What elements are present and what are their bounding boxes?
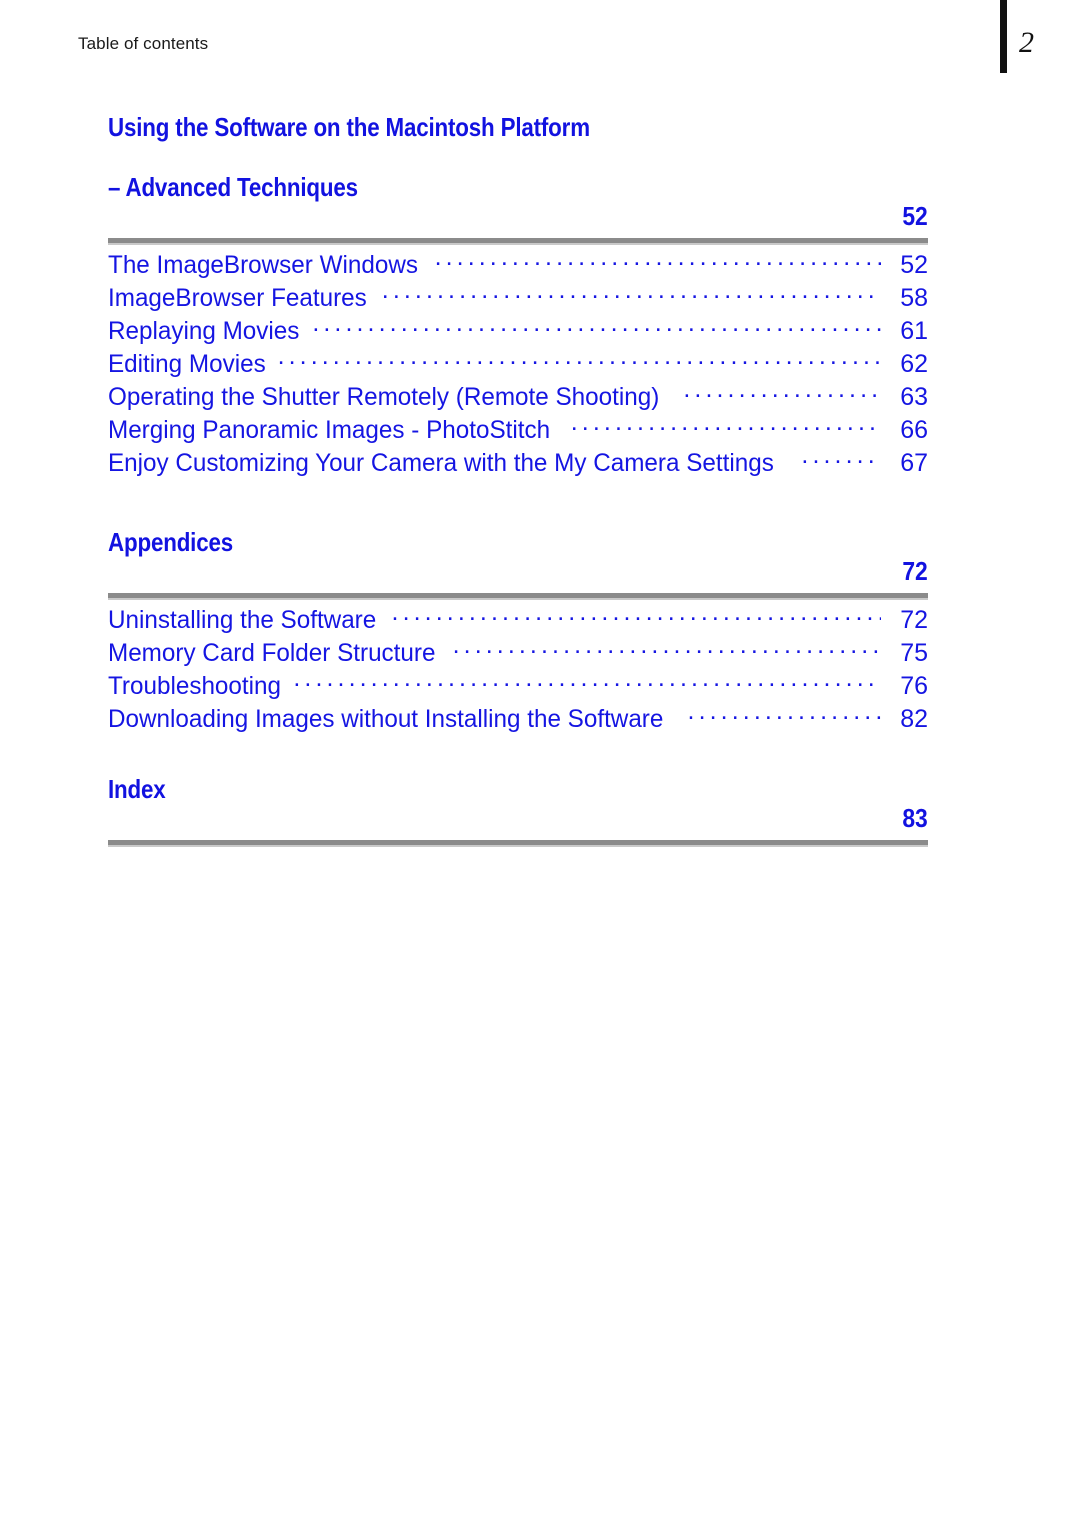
toc-section-index: Index 83 <box>108 744 928 847</box>
toc-entry-page: 76 <box>900 672 928 700</box>
toc-entry-page: 66 <box>900 416 928 444</box>
toc-entry[interactable]: Merging Panoramic Images - PhotoStitch 6… <box>108 413 928 446</box>
section-heading-title: Appendices <box>108 497 233 587</box>
dot-leader <box>435 248 881 273</box>
toc-entry[interactable]: Uninstalling the Software 72 <box>108 603 928 636</box>
toc-entry[interactable]: Troubleshooting 76 <box>108 669 928 702</box>
dot-leader <box>453 636 881 661</box>
toc-entry-label: Memory Card Folder Structure <box>108 639 436 667</box>
section-heading-line-1: Using the Software on the Macintosh Plat… <box>108 112 590 142</box>
toc-entry[interactable]: Operating the Shutter Remotely (Remote S… <box>108 380 928 413</box>
section-heading-line-1: Index <box>108 774 166 804</box>
running-header-title: Table of contents <box>78 34 209 53</box>
toc-entry-label: Merging Panoramic Images - PhotoStitch <box>108 416 551 444</box>
section-divider <box>108 593 928 600</box>
toc-entry-label: Operating the Shutter Remotely (Remote S… <box>108 383 660 411</box>
dot-leader <box>571 413 881 438</box>
table-of-contents: Using the Software on the Macintosh Plat… <box>108 82 928 850</box>
section-divider <box>108 238 928 245</box>
section-heading-line-1: Appendices <box>108 527 234 557</box>
toc-entry[interactable]: Enjoy Customizing Your Camera with the M… <box>108 446 928 479</box>
toc-entry-label: Uninstalling the Software <box>108 606 377 634</box>
toc-entry[interactable]: ImageBrowser Features 58 <box>108 281 928 314</box>
toc-entry-page: 67 <box>900 449 928 477</box>
toc-entry-page: 82 <box>900 705 928 733</box>
dot-leader <box>293 669 881 694</box>
dot-leader <box>688 702 881 727</box>
folio-rule <box>1000 0 1007 73</box>
toc-entry-label: Replaying Movies <box>108 317 300 345</box>
toc-entry-page: 63 <box>900 383 928 411</box>
toc-entry-page: 52 <box>900 251 928 279</box>
section-page-number: 83 <box>902 803 928 833</box>
dot-leader <box>801 446 881 471</box>
section-heading[interactable]: Appendices 72 <box>108 497 928 587</box>
toc-entry[interactable]: Downloading Images without Installing th… <box>108 702 928 735</box>
toc-entry-page: 62 <box>900 350 928 378</box>
section-heading-line-2: – Advanced Techniques <box>108 172 358 202</box>
section-page-number: 72 <box>902 556 928 586</box>
dot-leader <box>683 380 881 405</box>
dot-leader <box>392 603 881 628</box>
toc-entry-label: Troubleshooting <box>108 672 282 700</box>
toc-entry[interactable]: Replaying Movies 61 <box>108 314 928 347</box>
section-page-number: 52 <box>902 201 928 231</box>
section-divider <box>108 840 928 847</box>
toc-entry-page: 72 <box>900 606 928 634</box>
toc-entry-page: 75 <box>900 639 928 667</box>
toc-entry-page: 58 <box>900 284 928 312</box>
toc-entry-label: Downloading Images without Installing th… <box>108 705 664 733</box>
toc-section-macintosh-platform: Using the Software on the Macintosh Plat… <box>108 82 928 479</box>
toc-entry-label: Enjoy Customizing Your Camera with the M… <box>108 449 774 477</box>
section-heading[interactable]: Using the Software on the Macintosh Plat… <box>108 82 928 232</box>
section-heading-title: Using the Software on the Macintosh Plat… <box>108 82 590 232</box>
toc-entry-page: 61 <box>900 317 928 345</box>
dot-leader <box>278 347 881 372</box>
dot-leader <box>312 314 881 339</box>
section-heading-title: Index <box>108 744 166 834</box>
toc-entry[interactable]: The ImageBrowser Windows 52 <box>108 248 928 281</box>
toc-entry-label: Editing Movies <box>108 350 266 378</box>
toc-entry[interactable]: Memory Card Folder Structure 75 <box>108 636 928 669</box>
section-heading[interactable]: Index 83 <box>108 744 928 834</box>
page-number: 2 <box>1019 26 1034 59</box>
toc-entry-label: ImageBrowser Features <box>108 284 367 312</box>
toc-entry-label: The ImageBrowser Windows <box>108 251 418 279</box>
toc-entry[interactable]: Editing Movies 62 <box>108 347 928 380</box>
toc-section-appendices: Appendices 72 Uninstalling the Software … <box>108 497 928 735</box>
dot-leader <box>382 281 881 306</box>
